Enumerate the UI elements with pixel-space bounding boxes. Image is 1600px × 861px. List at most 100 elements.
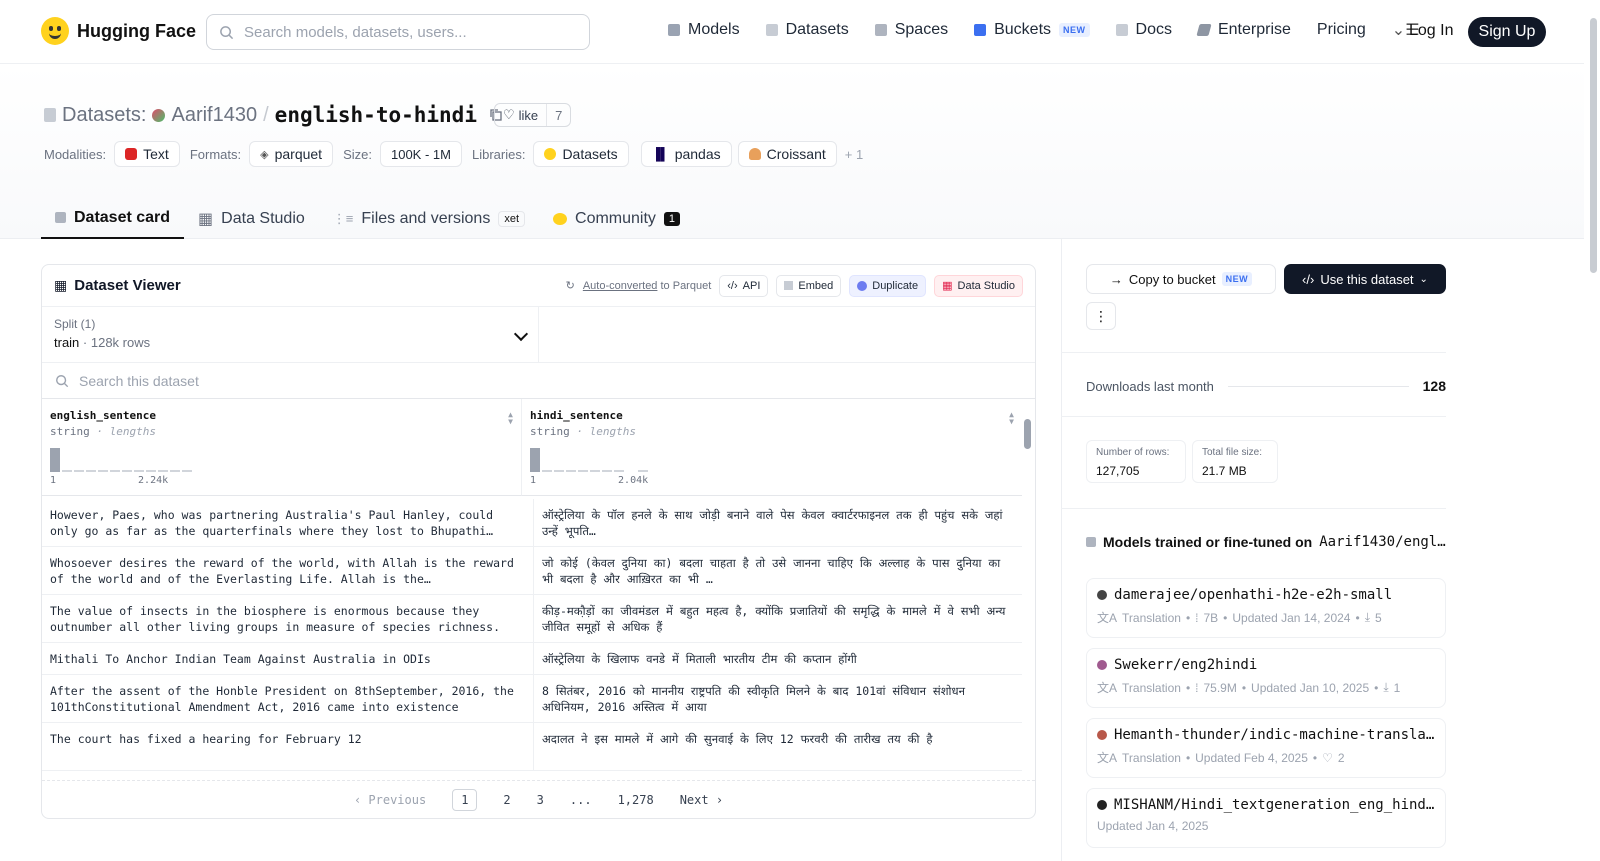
hindi-cell[interactable]: ऑस्ट्रेलिया के पॉल हनले के साथ जोड़ी बना… [534, 499, 1022, 546]
login-link[interactable]: Log In [1409, 22, 1453, 40]
nav-pricing[interactable]: Pricing [1317, 21, 1366, 39]
table-row[interactable]: Mithali To Anchor Indian Team Against Au… [42, 643, 1022, 675]
sort-icon[interactable]: ▲ ▼ [1009, 411, 1014, 426]
library-tag-datasets[interactable]: Datasets [533, 141, 629, 167]
size-label: Total file size: [1202, 447, 1263, 458]
table-icon: ▦ [54, 277, 68, 293]
model-updated: Updated Jan 10, 2025 [1251, 680, 1370, 695]
brand-name: Hugging Face [77, 20, 197, 41]
tab-dataset-card[interactable]: Dataset card [41, 198, 185, 239]
global-search-input[interactable] [244, 23, 564, 41]
hindi-cell[interactable]: जो कोई (केवल दुनिया का) बदला चाहता है तो… [534, 547, 1022, 594]
column-header-hindi[interactable]: hindi_sentence string · lengths 1 2.04k ▲… [522, 399, 1022, 496]
column-header-english[interactable]: english_sentence string · lengths 1 2.24k… [42, 399, 522, 496]
previous-label: Previous [368, 792, 427, 807]
modalities-label: Modalities: [44, 146, 107, 162]
heart-icon: ♡ [1322, 750, 1333, 765]
separator-dot: • [1185, 610, 1191, 625]
like-button[interactable]: ♡ like 7 [494, 103, 572, 127]
tab-dataset-card-label: Dataset card [74, 208, 171, 226]
previous-page-button[interactable]: ‹ Previous [354, 793, 426, 807]
more-options-button[interactable]: ⋮ [1086, 302, 1116, 330]
size-tag[interactable]: 100K - 1M [379, 141, 462, 167]
duplicate-button[interactable]: Duplicate [849, 274, 927, 297]
nav-enterprise[interactable]: Enterprise [1196, 21, 1291, 39]
auto-converted-link[interactable]: Auto-converted [583, 280, 658, 292]
nav-datasets[interactable]: Datasets [765, 21, 849, 39]
sort-icon[interactable]: ▲ ▼ [508, 411, 513, 426]
table-row[interactable]: After the assent of the Honble President… [42, 675, 1022, 723]
search-icon [56, 374, 69, 387]
table-row[interactable]: The value of insects in the biosphere is… [42, 595, 1022, 643]
brand-logo[interactable]: Hugging Face [41, 17, 196, 45]
modality-tag-text[interactable]: Text [114, 141, 180, 167]
english-cell[interactable]: The value of insects in the biosphere is… [42, 595, 534, 642]
english-cell[interactable]: Whosoever desires the reward of the worl… [42, 547, 534, 594]
table-scrollbar[interactable] [1024, 405, 1031, 765]
dataset-title[interactable]: english-to-hindi [275, 103, 477, 127]
tab-files-and-versions[interactable]: ⋮≡ Files and versions xet [319, 198, 539, 239]
hindi-cell[interactable]: अदालत ने इस मामले में आगे की सुनवाई के ल… [534, 723, 1022, 770]
data-studio-button[interactable]: ▦ Data Studio [934, 274, 1023, 297]
column-name: hindi_sentence [530, 409, 623, 422]
arrow-right-icon: → [1109, 271, 1123, 287]
column-type: string [50, 425, 90, 438]
split-selector[interactable]: Split (1) train · 128k rows [42, 307, 539, 362]
library-tag-croissant[interactable]: Croissant [737, 141, 837, 167]
model-owner-avatar [1097, 730, 1107, 740]
hindi-cell[interactable]: कीड़-मकौ़ड़ों का जीवमंडल में बहुत महत्व … [534, 595, 1022, 642]
nav-models[interactable]: Models [668, 21, 740, 39]
refresh-icon: ↻ [565, 280, 575, 292]
tab-data-studio[interactable]: ▦ Data Studio [184, 198, 319, 239]
divider [1061, 416, 1446, 417]
length-histogram [530, 446, 1014, 472]
english-cell[interactable]: Mithali To Anchor Indian Team Against Au… [42, 643, 534, 674]
tab-community[interactable]: Community 1 [539, 198, 694, 239]
page-last-button[interactable]: 1,278 [618, 793, 654, 807]
english-cell[interactable]: After the assent of the Honble President… [42, 675, 534, 722]
table-row[interactable]: Whosoever desires the reward of the worl… [42, 547, 1022, 595]
chevron-down-icon: ⌄ [1419, 273, 1428, 285]
global-search[interactable] [206, 14, 590, 50]
page-1-button[interactable]: 1 [452, 788, 478, 811]
next-page-button[interactable]: Next › [680, 793, 723, 807]
params-icon: ⁞ [1195, 680, 1199, 695]
api-button[interactable]: ‹/› API [719, 274, 769, 297]
model-stat: 2 [1337, 750, 1345, 765]
library-tag-pandas[interactable]: ▐▌ pandas [640, 141, 732, 167]
page-3-button[interactable]: 3 [537, 793, 544, 807]
table-row[interactable]: The court has fixed a hearing for Februa… [42, 723, 1022, 771]
format-tag-parquet[interactable]: ◈ parquet [249, 141, 334, 167]
dataset-search[interactable]: Search this dataset [42, 363, 1035, 399]
more-libraries[interactable]: + 1 [845, 147, 863, 162]
nav-datasets-label: Datasets [785, 21, 849, 38]
nav-spaces[interactable]: Spaces [874, 21, 948, 39]
page-ellipsis: ... [569, 792, 592, 807]
table-row[interactable]: However, Paes, who was partnering Austra… [42, 499, 1022, 547]
column-sub: · lengths [576, 425, 636, 438]
nav-buckets[interactable]: Buckets NEW [974, 21, 1090, 39]
page-scrollbar[interactable] [1588, 0, 1600, 861]
breadcrumb-owner[interactable]: Aarif1430 [171, 104, 257, 127]
use-this-dataset-button[interactable]: ‹/› Use this dataset ⌄ [1284, 264, 1446, 294]
new-badge: NEW [1221, 272, 1253, 286]
nav-docs[interactable]: Docs [1115, 21, 1172, 39]
signup-button[interactable]: Sign Up [1468, 17, 1546, 47]
model-card[interactable]: damerajee/openhathi-h2e-e2h-small 文A Trans… [1086, 578, 1446, 638]
model-card[interactable]: MISHANM/Hindi_textgeneration_eng_hind… Up… [1086, 788, 1446, 848]
model-card[interactable]: Swekerr/eng2hindi 文A Translation • ⁞ 75.9M • Up… [1086, 648, 1446, 708]
nav-models-label: Models [688, 21, 740, 38]
page-2-button[interactable]: 2 [503, 793, 510, 807]
split-rows: · 128k rows [82, 335, 151, 350]
embed-button[interactable]: Embed [776, 274, 842, 297]
hindi-cell[interactable]: ऑस्ट्रेलिया के खिलाफ वनडे में मिताली भार… [534, 643, 1022, 674]
separator-dot: • [1185, 680, 1191, 695]
table-scrollbar-thumb[interactable] [1024, 419, 1031, 449]
hindi-cell[interactable]: 8 सितंबर, 2016 को माननीय राष्ट्रपति की स… [534, 675, 1022, 722]
english-cell[interactable]: The court has fixed a hearing for Februa… [42, 723, 534, 770]
model-card[interactable]: Hemanth-thunder/indic-machine-transla… 文A… [1086, 718, 1446, 778]
page-scrollbar-thumb[interactable] [1590, 18, 1597, 273]
size-stat: Total file size: 21.7 MB [1192, 440, 1278, 483]
copy-to-bucket-button[interactable]: → Copy to bucket NEW [1086, 264, 1276, 294]
english-cell[interactable]: However, Paes, who was partnering Austra… [42, 499, 534, 546]
